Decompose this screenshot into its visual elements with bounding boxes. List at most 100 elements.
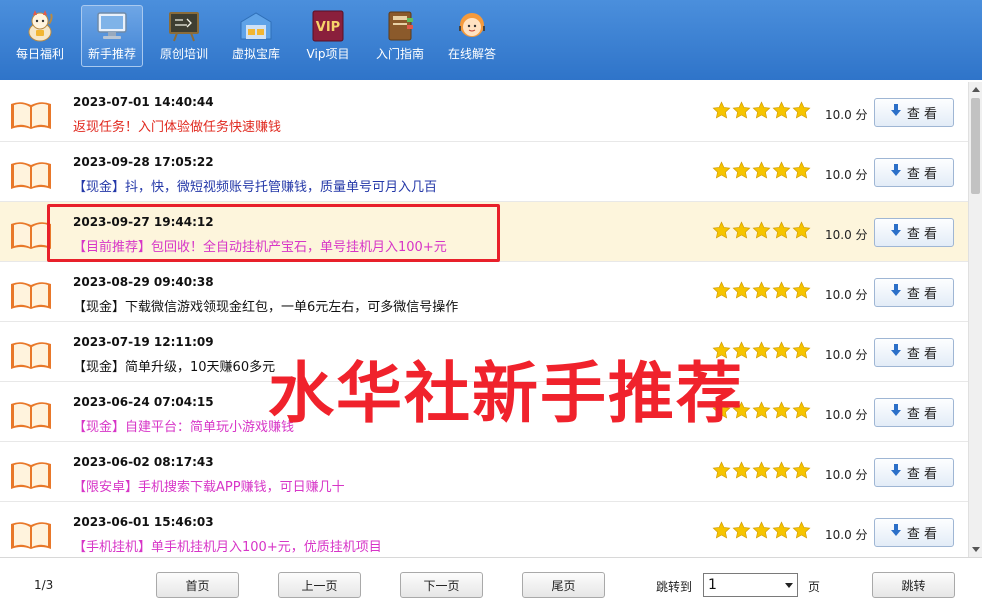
tab-online-support[interactable]: 在线解答	[436, 0, 508, 80]
star-icon	[792, 161, 811, 184]
star-icon	[792, 341, 811, 364]
view-button-label: 查 看	[906, 467, 938, 482]
book-icon	[10, 400, 52, 434]
item-title[interactable]: 【手机挂机】单手机挂机月入100+元，优质挂机项目	[73, 536, 382, 555]
lucky-cat-icon	[22, 10, 58, 42]
list-item[interactable]: 2023-06-01 15:46:03 【手机挂机】单手机挂机月入100+元，优质…	[0, 502, 968, 557]
view-button[interactable]: 查 看	[874, 338, 954, 367]
book-icon	[10, 340, 52, 374]
star-icon	[732, 401, 751, 424]
view-button[interactable]: 查 看	[874, 398, 954, 427]
tab-virtual-treasury[interactable]: 虚拟宝库	[220, 0, 292, 80]
list-item[interactable]: 2023-09-27 19:44:12 【目前推荐】包回收！全自动挂机产宝石，单号…	[0, 202, 968, 262]
item-title[interactable]: 【现金】抖，快，微短视频账号托管赚钱，质量单号可月入几百	[73, 176, 437, 195]
item-date: 2023-07-01 14:40:44	[73, 95, 214, 109]
download-arrow-icon	[890, 344, 907, 361]
tab-label: 每日福利	[15, 47, 64, 61]
star-icon	[712, 281, 731, 304]
rating-stars	[712, 401, 811, 424]
star-icon	[772, 161, 791, 184]
item-title[interactable]: 返现任务！入门体验做任务快速赚钱	[73, 116, 281, 135]
rating-stars	[712, 461, 811, 484]
monitor-icon	[94, 10, 130, 42]
item-score: 10.0 分	[825, 288, 868, 302]
star-icon	[732, 341, 751, 364]
item-date: 2023-06-24 07:04:15	[73, 395, 214, 409]
tab-vip-projects[interactable]: VIP Vip项目	[292, 0, 364, 80]
download-arrow-icon	[890, 224, 907, 241]
view-button[interactable]: 查 看	[874, 158, 954, 187]
item-date: 2023-09-27 19:44:12	[73, 215, 214, 229]
star-icon	[732, 101, 751, 124]
item-date: 2023-07-19 12:11:09	[73, 335, 214, 349]
item-title[interactable]: 【现金】自建平台：简单玩小游戏赚钱	[73, 416, 294, 435]
download-arrow-icon	[890, 404, 907, 421]
star-icon	[732, 161, 751, 184]
star-icon	[752, 401, 771, 424]
item-title[interactable]: 【现金】下载微信游戏领现金红包，一单6元左右，可多微信号操作	[73, 296, 458, 315]
view-button[interactable]: 查 看	[874, 278, 954, 307]
book-icon	[10, 460, 52, 494]
tab-label: Vip项目	[306, 47, 350, 61]
rating-stars	[712, 221, 811, 244]
item-date: 2023-06-01 15:46:03	[73, 515, 214, 529]
book-icon	[10, 520, 52, 554]
star-icon	[712, 221, 731, 244]
star-icon	[732, 461, 751, 484]
star-icon	[752, 221, 771, 244]
list-item[interactable]: 2023-07-19 12:11:09 【现金】简单升级，10天赚60多元 10.0…	[0, 322, 968, 382]
item-score: 10.0 分	[825, 468, 868, 482]
tab-beginner-guide[interactable]: 入门指南	[364, 0, 436, 80]
rating-stars	[712, 281, 811, 304]
vip-icon: VIP	[310, 10, 346, 42]
view-button[interactable]: 查 看	[874, 518, 954, 547]
view-button-label: 查 看	[906, 347, 938, 362]
star-icon	[792, 521, 811, 544]
item-title[interactable]: 【现金】简单升级，10天赚60多元	[73, 356, 275, 375]
view-button-label: 查 看	[906, 227, 938, 242]
star-icon	[712, 521, 731, 544]
app-window: 每日福利 新手推荐 原创培训 虚拟宝库 VIP Vip项目 入门指南 在线解答 …	[0, 0, 982, 603]
page-select-value: 1	[708, 577, 717, 593]
vertical-scrollbar[interactable]	[968, 82, 982, 557]
page-select[interactable]: 1	[703, 573, 798, 597]
star-icon	[752, 101, 771, 124]
star-icon	[712, 401, 731, 424]
book-icon	[10, 160, 52, 194]
scroll-down-icon[interactable]	[969, 543, 982, 557]
view-button[interactable]: 查 看	[874, 218, 954, 247]
list-item[interactable]: 2023-08-29 09:40:38 【现金】下载微信游戏领现金红包，一单6元左…	[0, 262, 968, 322]
star-icon	[792, 101, 811, 124]
star-icon	[792, 221, 811, 244]
scrollbar-thumb[interactable]	[971, 98, 980, 194]
star-icon	[772, 221, 791, 244]
item-score: 10.0 分	[825, 228, 868, 242]
item-title[interactable]: 【限安卓】手机搜索下载APP赚钱，可日赚几十	[73, 476, 345, 495]
view-button[interactable]: 查 看	[874, 458, 954, 487]
first-page-button[interactable]: 首页	[156, 572, 239, 598]
star-icon	[772, 341, 791, 364]
item-date: 2023-06-02 08:17:43	[73, 455, 214, 469]
last-page-button[interactable]: 尾页	[522, 572, 605, 598]
rating-stars	[712, 161, 811, 184]
item-score: 10.0 分	[825, 528, 868, 542]
star-icon	[792, 461, 811, 484]
tab-newbie-recommend[interactable]: 新手推荐	[81, 5, 143, 67]
tab-daily-welfare[interactable]: 每日福利	[4, 0, 76, 80]
list-item[interactable]: 2023-09-28 17:05:22 【现金】抖，快，微短视频账号托管赚钱，质量…	[0, 142, 968, 202]
list-item[interactable]: 2023-06-02 08:17:43 【限安卓】手机搜索下载APP赚钱，可日赚几…	[0, 442, 968, 502]
next-page-button[interactable]: 下一页	[400, 572, 483, 598]
scroll-up-icon[interactable]	[969, 82, 982, 96]
view-button-label: 查 看	[906, 107, 938, 122]
tab-original-training[interactable]: 原创培训	[148, 0, 220, 80]
page-indicator: 1/3	[34, 578, 54, 592]
list-item[interactable]: 2023-07-01 14:40:44 返现任务！入门体验做任务快速赚钱 10.0 …	[0, 82, 968, 142]
jump-button[interactable]: 跳转	[872, 572, 955, 598]
prev-page-button[interactable]: 上一页	[278, 572, 361, 598]
book-icon	[10, 100, 52, 134]
star-icon	[792, 281, 811, 304]
view-button[interactable]: 查 看	[874, 98, 954, 127]
item-title[interactable]: 【目前推荐】包回收！全自动挂机产宝石，单号挂机月入100+元	[73, 236, 447, 255]
list-item[interactable]: 2023-06-24 07:04:15 【现金】自建平台：简单玩小游戏赚钱 10.0…	[0, 382, 968, 442]
star-icon	[772, 521, 791, 544]
